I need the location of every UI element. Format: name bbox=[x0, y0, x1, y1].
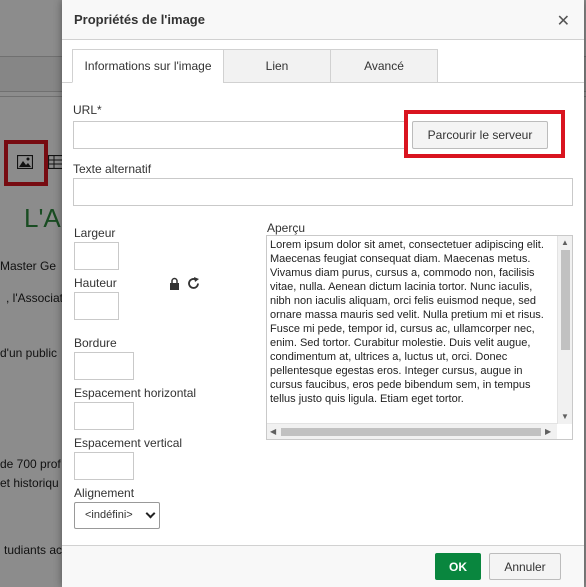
width-input[interactable] bbox=[74, 242, 119, 270]
dialog-title: Propriétés de l'image bbox=[74, 12, 205, 27]
tab-link[interactable]: Lien bbox=[223, 49, 331, 83]
alignment-selected-value: <indéfini> bbox=[85, 509, 133, 521]
ok-button[interactable]: OK bbox=[435, 553, 481, 580]
border-label: Bordure bbox=[74, 336, 117, 350]
horizontal-scroll-thumb[interactable] bbox=[281, 428, 541, 436]
hspace-label: Espacement horizontal bbox=[74, 386, 197, 400]
lock-icon[interactable] bbox=[169, 277, 180, 290]
scroll-down-icon[interactable]: ▼ bbox=[561, 412, 569, 421]
preview-label: Aperçu bbox=[267, 221, 306, 235]
scroll-right-icon[interactable]: ▶ bbox=[545, 427, 551, 436]
height-input[interactable] bbox=[74, 292, 119, 320]
alignment-select[interactable]: <indéfini> bbox=[74, 502, 160, 529]
preview-text: Lorem ipsum dolor sit amet, consectetuer… bbox=[270, 239, 544, 405]
alignment-label: Alignement bbox=[74, 486, 135, 500]
width-label: Largeur bbox=[74, 226, 116, 240]
vspace-label: Espacement vertical bbox=[74, 436, 183, 450]
tab-advanced[interactable]: Avancé bbox=[330, 49, 438, 83]
dialog-header: Propriétés de l'image ✕ bbox=[62, 0, 584, 40]
dialog-footer: OK Annuler bbox=[62, 545, 584, 587]
tab-image-info[interactable]: Informations sur l'image bbox=[72, 49, 224, 83]
vertical-scroll-thumb[interactable] bbox=[561, 250, 570, 350]
preview-box[interactable]: Lorem ipsum dolor sit amet, consectetuer… bbox=[266, 235, 573, 440]
hspace-input[interactable] bbox=[74, 402, 134, 430]
scroll-left-icon[interactable]: ◀ bbox=[270, 427, 276, 436]
alt-text-input[interactable] bbox=[73, 178, 573, 206]
url-input[interactable] bbox=[73, 121, 407, 149]
alt-text-label: Texte alternatif bbox=[73, 162, 152, 176]
close-icon[interactable]: ✕ bbox=[557, 11, 570, 31]
image-properties-dialog: Propriétés de l'image ✕ Informations sur… bbox=[62, 0, 584, 587]
vspace-input[interactable] bbox=[74, 452, 134, 480]
scroll-up-icon[interactable]: ▲ bbox=[561, 238, 569, 247]
highlight-browse-button bbox=[404, 110, 565, 158]
cancel-button[interactable]: Annuler bbox=[489, 553, 561, 580]
chevron-down-icon bbox=[145, 508, 156, 519]
url-label: URL* bbox=[73, 103, 102, 117]
horizontal-scrollbar[interactable]: ◀ ▶ bbox=[267, 423, 557, 439]
border-input[interactable] bbox=[74, 352, 134, 380]
reset-size-icon[interactable] bbox=[187, 277, 200, 290]
vertical-scrollbar[interactable]: ▲ ▼ bbox=[557, 236, 572, 424]
height-label: Hauteur bbox=[74, 276, 117, 290]
